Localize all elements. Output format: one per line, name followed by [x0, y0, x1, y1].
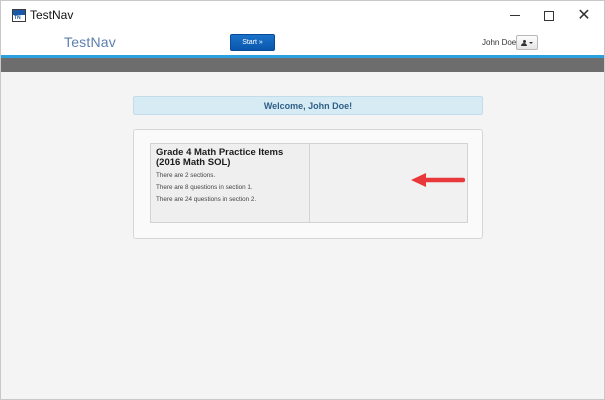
close-icon: ✕: [577, 6, 591, 24]
chevron-down-icon: [529, 41, 533, 44]
maximize-icon: [544, 10, 554, 21]
title-bar[interactable]: TestNav ✕: [1, 1, 604, 30]
test-title: Grade 4 Math Practice Items (2016 Math S…: [156, 147, 284, 168]
maximize-button[interactable]: [529, 1, 569, 30]
test-info-line: There are 24 questions in section 2.: [156, 196, 257, 203]
app-window: TestNav ✕ TestNav John Doe Welcome, John…: [0, 0, 605, 400]
close-button[interactable]: ✕: [564, 1, 604, 30]
testnav-app-icon: [12, 9, 26, 22]
person-icon: [521, 39, 527, 46]
window-title: TestNav: [30, 8, 74, 22]
welcome-banner: Welcome, John Doe!: [133, 96, 483, 115]
test-info-line: There are 2 sections.: [156, 172, 216, 179]
test-info: Grade 4 Math Practice Items (2016 Math S…: [151, 144, 310, 222]
red-arrow-icon: [411, 173, 465, 187]
test-info-line: There are 8 questions in section 1.: [156, 184, 253, 191]
user-menu-button[interactable]: [516, 35, 538, 50]
brand-logo: TestNav: [64, 34, 116, 50]
toolbar-band: [1, 58, 604, 72]
app-header: TestNav John Doe: [1, 30, 604, 55]
user-name: John Doe: [482, 38, 517, 47]
start-button[interactable]: Start »: [230, 34, 275, 51]
minimize-icon: [510, 15, 520, 16]
